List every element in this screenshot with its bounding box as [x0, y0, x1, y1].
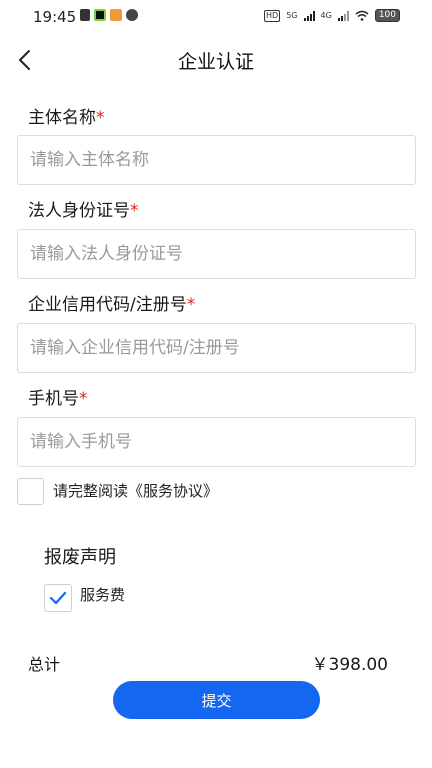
signal-icon-2 [337, 10, 349, 21]
battery-indicator: 100 [374, 9, 400, 22]
legal-person-id-input[interactable] [17, 229, 416, 279]
entity-name-label-text: 主体名称 [28, 108, 96, 128]
required-mark: * [130, 201, 139, 221]
service-fee-label: 服务费 [80, 586, 126, 604]
clipboard-icon [80, 9, 90, 21]
app-orange-icon [110, 9, 122, 21]
nav-bar: 企业认证 [0, 38, 432, 82]
total-amount: ￥398.00 [311, 655, 388, 675]
wifi-icon [355, 10, 369, 21]
credit-code-label-text: 企业信用代码/注册号 [28, 295, 187, 315]
signal-icon [303, 10, 315, 21]
chat-bubble-icon [126, 9, 138, 21]
entity-name-label: 主体名称* [28, 103, 105, 128]
network-4g-label: 4G [320, 10, 332, 20]
required-mark: * [96, 108, 105, 128]
service-fee-checkbox[interactable] [44, 584, 72, 612]
app-green-icon [94, 9, 106, 21]
credit-code-label: 企业信用代码/注册号* [28, 290, 195, 315]
entity-name-input[interactable] [17, 135, 416, 185]
network-5g-label: 5G [286, 10, 298, 20]
credit-code-input[interactable] [17, 323, 416, 373]
agreement-checkbox[interactable] [17, 478, 44, 505]
legal-person-id-label: 法人身份证号* [28, 196, 139, 221]
phone-input[interactable] [17, 417, 416, 467]
agreement-link[interactable]: 请完整阅读《服务协议》 [53, 480, 218, 501]
legal-person-id-label-text: 法人身份证号 [28, 201, 130, 221]
status-right: HD 5G 4G 100 [264, 9, 400, 22]
required-mark: * [79, 389, 88, 409]
notification-icons [80, 9, 138, 21]
section-title: 报废声明 [44, 547, 116, 568]
checkmark-icon [49, 591, 67, 605]
total-label: 总计 [28, 655, 61, 674]
submit-button[interactable]: 提交 [113, 681, 320, 719]
page-title: 企业认证 [177, 51, 254, 73]
hd-label: HD [264, 9, 281, 22]
phone-label: 手机号* [28, 384, 88, 409]
required-mark: * [186, 295, 196, 315]
status-time: 19:45 [33, 8, 77, 26]
phone-label-text: 手机号 [28, 389, 79, 409]
status-bar: 19:45 HD 5G 4G 100 [0, 0, 432, 34]
